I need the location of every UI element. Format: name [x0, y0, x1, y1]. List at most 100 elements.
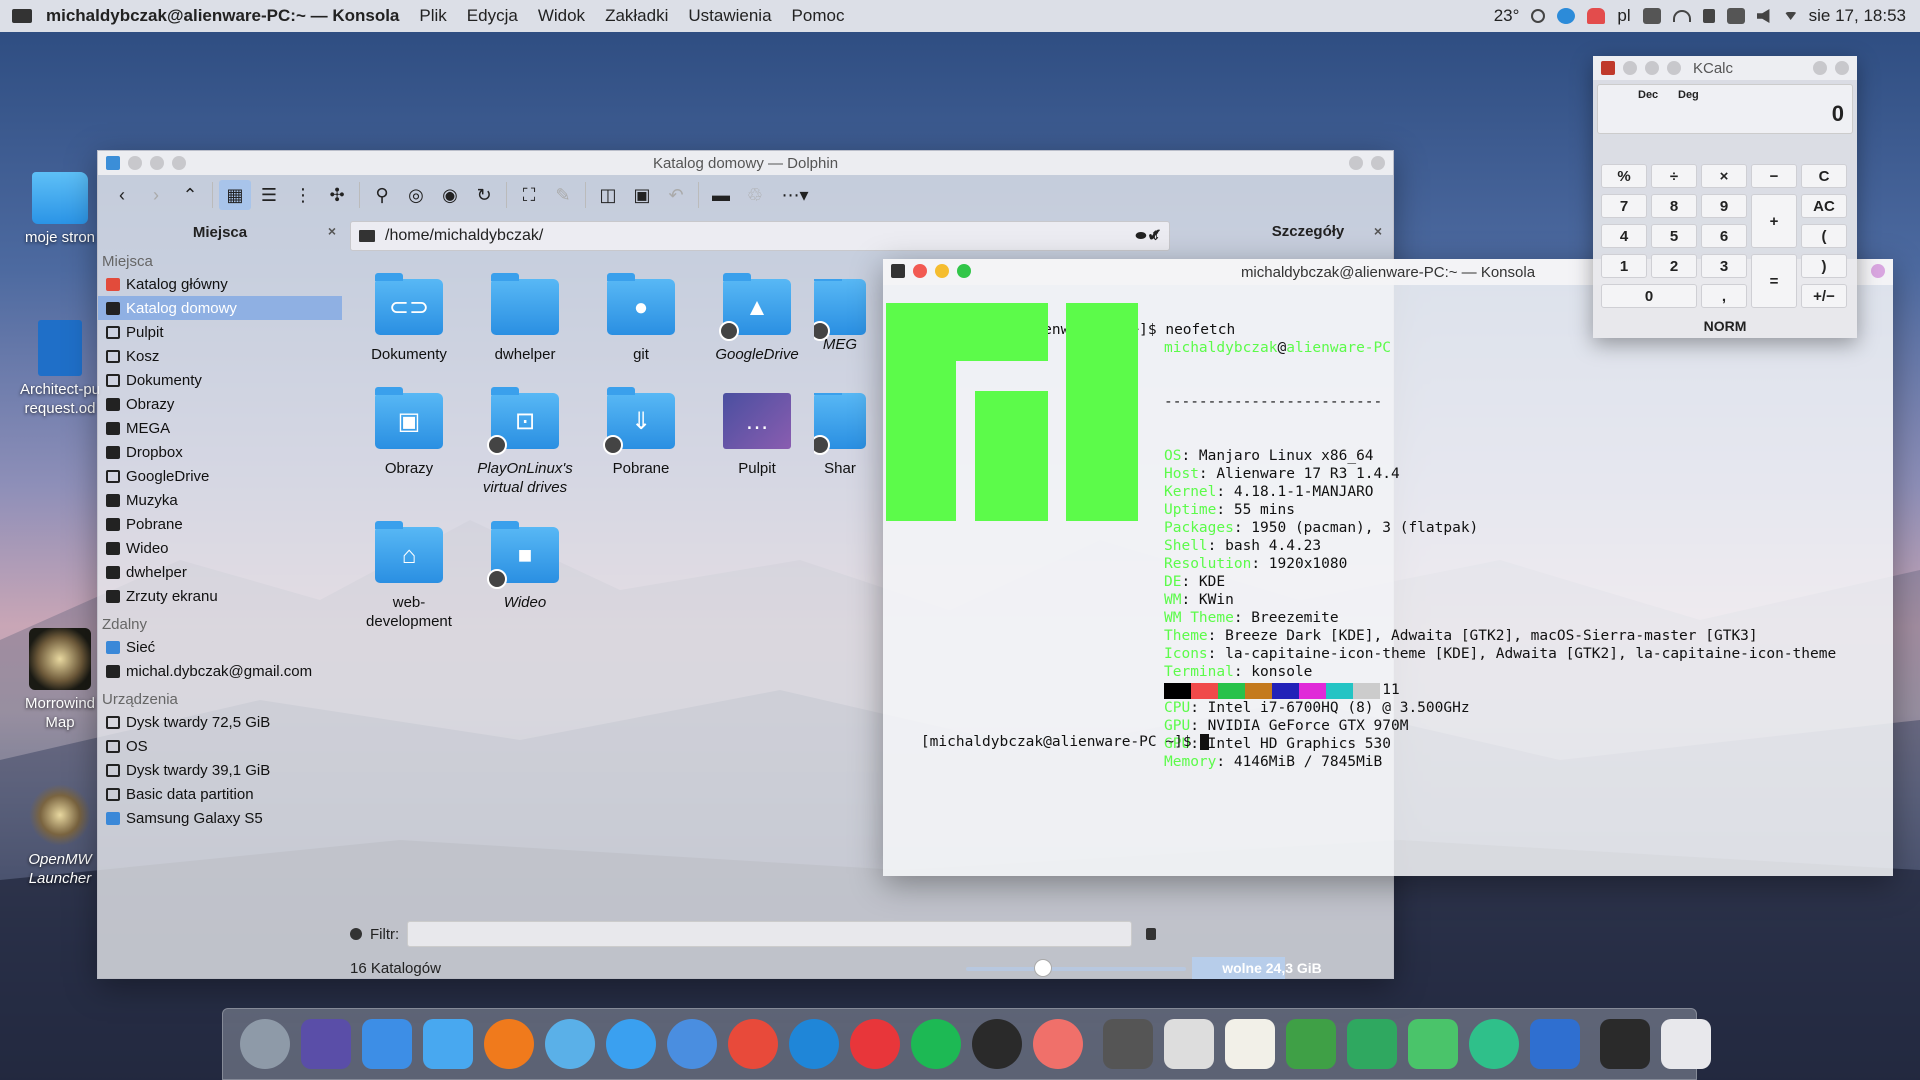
kcalc-titlebar[interactable]: KCalc: [1593, 56, 1857, 80]
calc-button[interactable]: 3: [1701, 254, 1747, 278]
calc-button[interactable]: ,: [1701, 284, 1747, 308]
dolphin-app-icon[interactable]: [106, 156, 120, 170]
calc-button[interactable]: 0: [1601, 284, 1697, 308]
place-item[interactable]: michal.dybczak@gmail.com: [98, 659, 342, 683]
dock-item[interactable]: [1595, 1015, 1655, 1073]
calc-button[interactable]: ×: [1701, 164, 1747, 188]
calc-button[interactable]: 8: [1651, 194, 1697, 218]
calc-button[interactable]: 6: [1701, 224, 1747, 248]
file-item-web-development[interactable]: ⌂ web-development: [350, 521, 468, 631]
maximize-button[interactable]: [1667, 61, 1681, 75]
ghost-tray-icon[interactable]: [1587, 8, 1606, 24]
undo-button[interactable]: ↶: [660, 180, 692, 210]
file-item-wideo[interactable]: ■ Wideo: [466, 521, 584, 612]
dock-item[interactable]: [1220, 1015, 1280, 1073]
file-item-playonlinux[interactable]: ⊡ PlayOnLinux's virtual drives: [466, 387, 584, 497]
calc-button[interactable]: =: [1751, 254, 1797, 308]
file-item-obrazy[interactable]: ▣ Obrazy: [350, 387, 468, 478]
place-item[interactable]: Muzyka: [98, 488, 342, 512]
compact-view-button[interactable]: ☰: [253, 180, 285, 210]
dock-item[interactable]: [784, 1015, 844, 1073]
chevron-down-icon[interactable]: [1784, 12, 1797, 20]
confirm-path-icon[interactable]: ✔: [1147, 225, 1162, 246]
place-item[interactable]: Dokumenty: [98, 368, 342, 392]
close-panel-icon[interactable]: ×: [328, 223, 336, 239]
dock-item[interactable]: [235, 1015, 295, 1073]
weather-sun-icon[interactable]: [1531, 9, 1546, 23]
open-terminal-button[interactable]: ▣: [626, 180, 658, 210]
file-item-pulpit[interactable]: … Pulpit: [698, 393, 816, 478]
file-item-mega[interactable]: MEG: [814, 279, 866, 354]
minimize-button[interactable]: [150, 156, 164, 170]
calc-button[interactable]: AC: [1801, 194, 1847, 218]
calc-button[interactable]: +: [1751, 194, 1797, 248]
zoom-slider-handle[interactable]: [1034, 959, 1052, 977]
dolphin-titlebar[interactable]: Katalog domowy — Dolphin: [98, 151, 1393, 175]
menu-edycja[interactable]: Edycja: [467, 6, 518, 26]
device-item[interactable]: OS: [98, 734, 342, 758]
calc-button[interactable]: (: [1801, 224, 1847, 248]
up-button[interactable]: ⌃: [174, 180, 206, 210]
calc-button[interactable]: 5: [1651, 224, 1697, 248]
calc-button[interactable]: ÷: [1651, 164, 1697, 188]
new-folder-button[interactable]: ▬: [705, 180, 737, 210]
dock-item[interactable]: [1281, 1015, 1341, 1073]
maximize-button[interactable]: [172, 156, 186, 170]
clock[interactable]: sie 17, 18:53: [1809, 6, 1906, 26]
filter-input[interactable]: [407, 921, 1133, 947]
file-item-pobrane[interactable]: ⇓ Pobrane: [582, 387, 700, 478]
menu-pomoc[interactable]: Pomoc: [792, 6, 845, 26]
close-button[interactable]: [1623, 61, 1637, 75]
desktop-icon-moje-strony[interactable]: moje stron: [12, 172, 108, 247]
dock-item[interactable]: [540, 1015, 600, 1073]
keyboard-layout[interactable]: pl: [1617, 6, 1630, 26]
desktop-icon-openmw[interactable]: OpenMW Launcher: [12, 784, 108, 888]
volume-icon[interactable]: [1756, 9, 1770, 23]
zoom-slider-track[interactable]: [966, 967, 1186, 971]
menu-widok[interactable]: Widok: [538, 6, 585, 26]
calc-button[interactable]: +/−: [1801, 284, 1847, 308]
place-item[interactable]: Wideo: [98, 536, 342, 560]
dock-item[interactable]: [296, 1015, 356, 1073]
file-item-googledrive[interactable]: ▲ GoogleDrive: [698, 273, 816, 364]
dock-item[interactable]: [418, 1015, 478, 1073]
dock-item[interactable]: [1342, 1015, 1402, 1073]
menu-zakladki[interactable]: Zakładki: [605, 6, 668, 26]
calc-button[interactable]: 9: [1701, 194, 1747, 218]
shade-button[interactable]: [1835, 61, 1849, 75]
free-space-indicator[interactable]: wolne 24,3 GiB: [1192, 957, 1352, 979]
calc-button[interactable]: C: [1801, 164, 1847, 188]
dock-item[interactable]: [662, 1015, 722, 1073]
place-item[interactable]: Dropbox: [98, 440, 342, 464]
icons-view-button[interactable]: ▦: [219, 180, 251, 210]
place-item[interactable]: Zrzuty ekranu: [98, 584, 342, 608]
device-item[interactable]: Dysk twardy 39,1 GiB: [98, 758, 342, 782]
desktop-icon-morrowind-map[interactable]: Morrowind Map: [12, 628, 108, 732]
minimize-button[interactable]: [1645, 61, 1659, 75]
app-menu-icon[interactable]: [12, 9, 32, 23]
calc-button[interactable]: ): [1801, 254, 1847, 278]
dock-item[interactable]: [479, 1015, 539, 1073]
close-filter-icon[interactable]: [350, 928, 362, 940]
dock-item[interactable]: [1159, 1015, 1219, 1073]
kcalc-app-icon[interactable]: [1601, 61, 1615, 75]
menu-ustawienia[interactable]: Ustawienia: [688, 6, 771, 26]
current-path[interactable]: /home/michaldybczak/: [385, 227, 543, 245]
calc-button[interactable]: 4: [1601, 224, 1647, 248]
keep-above-button[interactable]: [1871, 264, 1885, 278]
dock-item[interactable]: [1656, 1015, 1716, 1073]
dock-item[interactable]: [1525, 1015, 1585, 1073]
more-menu-button[interactable]: ⋯▾: [773, 180, 817, 210]
dock-item[interactable]: [967, 1015, 1027, 1073]
search-button[interactable]: ⚲: [366, 180, 398, 210]
close-panel-icon[interactable]: ×: [1374, 223, 1382, 239]
device-item[interactable]: Samsung Galaxy S5: [98, 806, 342, 830]
menu-plik[interactable]: Plik: [419, 6, 446, 26]
dock-item[interactable]: [601, 1015, 661, 1073]
details-view-button[interactable]: ⋮: [287, 180, 319, 210]
recycle-button[interactable]: ♲: [739, 180, 771, 210]
prompt-line[interactable]: [michaldybczak@alienware-PC ~]$: [886, 715, 1210, 769]
lock-icon[interactable]: [1702, 9, 1715, 23]
dock-item[interactable]: [906, 1015, 966, 1073]
calc-button[interactable]: 2: [1651, 254, 1697, 278]
